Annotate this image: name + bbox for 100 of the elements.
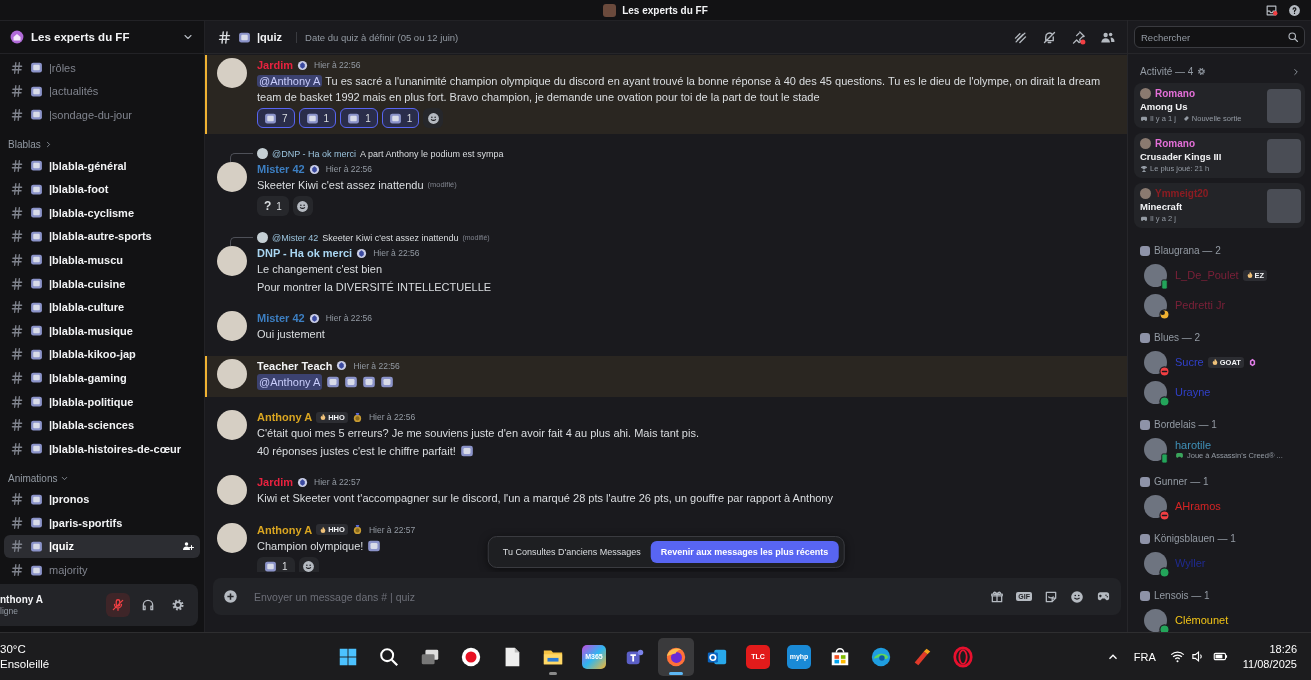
emoji-icon (30, 492, 43, 506)
add-reaction-button[interactable] (423, 108, 444, 128)
mention-link[interactable]: @Anthony A (257, 75, 323, 87)
channel-item[interactable]: |blabla-autre-sports (4, 224, 200, 249)
upload-icon[interactable] (223, 589, 238, 604)
sticker-icon[interactable] (1044, 589, 1058, 604)
member-name: AHramos (1175, 500, 1221, 512)
hash-icon (10, 394, 24, 409)
channel-item[interactable]: |rôles (4, 56, 200, 80)
author-name[interactable]: DNP - Ha ok merci (257, 247, 353, 259)
reaction-button[interactable]: 1 (340, 108, 378, 128)
message-input[interactable]: Envoyer un message dans # | quiz (254, 586, 981, 607)
help-icon[interactable] (1288, 3, 1301, 17)
channel-item[interactable]: |blabla-général (4, 153, 200, 178)
game-cover-placeholder (1267, 188, 1301, 223)
channel-item[interactable]: |blabla-kikoo-jap (4, 342, 200, 367)
clock[interactable]: 18:26 11/08/2025 (1242, 641, 1297, 672)
search-icon (1287, 31, 1299, 43)
tag-icon (1210, 358, 1219, 366)
smiley-icon (426, 111, 440, 125)
channel-item[interactable]: |blabla-politique (4, 389, 200, 414)
microphone-button[interactable] (106, 593, 130, 617)
game-title: Crusader Kings III (1140, 151, 1223, 162)
game-cover-placeholder (1267, 138, 1301, 173)
author-name[interactable]: Jardim (257, 476, 294, 488)
inbox-icon[interactable] (1265, 3, 1278, 17)
hash-icon (10, 60, 24, 75)
mention-link[interactable]: @Anthony A (257, 373, 323, 390)
reaction-button[interactable]: 1 (381, 108, 420, 128)
reaction-button[interactable]: 1 (298, 108, 337, 128)
category-header[interactable]: Animations (4, 460, 74, 488)
avatar (1140, 88, 1151, 99)
channel-item[interactable]: |quiz (4, 534, 200, 559)
username: nthony A (0, 594, 44, 605)
channel-item[interactable]: |blabla-muscu (4, 248, 200, 272)
emoji-icon (30, 229, 43, 243)
controller-icon (1140, 114, 1148, 123)
channel-item[interactable]: |blabla-culture (4, 295, 200, 319)
channel-name: |quiz (257, 31, 283, 43)
settings-icon[interactable] (1197, 67, 1207, 76)
author-name[interactable]: Teacher Teach (257, 359, 333, 372)
reply-author[interactable]: @Mister 42 (272, 232, 319, 243)
add-member-icon[interactable] (182, 540, 194, 553)
channel-item[interactable]: |blabla-cyclisme (4, 200, 200, 225)
channel-item[interactable]: |blabla-sciences (4, 413, 200, 437)
channel-item[interactable]: |sondage-du-jour (4, 103, 200, 127)
emoji-icon (264, 111, 277, 125)
emoji-icon (30, 324, 43, 338)
wifi-icon[interactable] (1169, 649, 1185, 664)
add-reaction-button[interactable] (292, 196, 313, 216)
language-indicator[interactable]: FRA (1133, 650, 1156, 663)
channel-item[interactable]: |blabla-histoires-de-cœur (4, 436, 200, 461)
member-name: Pedretti Jr (1175, 299, 1226, 311)
jump-to-present-button[interactable]: Revenir aux messages les plus récents (650, 541, 839, 563)
add-reaction-button[interactable] (298, 556, 319, 572)
avatar (217, 162, 247, 192)
message-text: Oui justement (257, 327, 325, 342)
author-name[interactable]: Anthony A (257, 411, 313, 423)
emoji-icon (30, 540, 43, 553)
channel-item[interactable]: |blabla-gaming (4, 366, 200, 390)
channel-item[interactable]: |blabla-foot (4, 177, 200, 201)
author-name[interactable]: Anthony A (257, 523, 313, 536)
avatar (217, 522, 247, 553)
author-name[interactable]: Mister 42 (257, 163, 305, 175)
gift-icon[interactable] (990, 589, 1005, 604)
emoji-icon (30, 277, 43, 291)
search-field[interactable]: Rechercher (1134, 26, 1305, 48)
emoji-picker-icon[interactable] (1070, 589, 1084, 604)
hash-icon (10, 347, 24, 362)
hash-icon (10, 539, 24, 554)
channel-item[interactable]: |blabla-cuisine (4, 271, 200, 296)
channel-item[interactable]: |pronos (4, 487, 200, 512)
emoji-icon (362, 374, 377, 389)
pin-icon[interactable] (1071, 29, 1086, 45)
reaction-button[interactable]: 1 (257, 556, 295, 572)
reaction-button[interactable]: 7 (257, 108, 295, 128)
server-header[interactable]: Les experts du FF (0, 20, 204, 54)
author-name[interactable]: Mister 42 (257, 312, 305, 324)
emoji-icon (30, 84, 43, 98)
muted-bell-icon[interactable] (1042, 29, 1057, 45)
hash-icon (10, 300, 24, 315)
category-header[interactable]: Blablas (4, 126, 57, 154)
channel-item[interactable]: majority (4, 558, 200, 580)
reaction-button[interactable]: ? 1 (257, 196, 289, 216)
reply-author[interactable]: @DNP - Ha ok merci (272, 148, 356, 159)
taskbar-button[interactable] (658, 637, 694, 676)
role-icon (308, 312, 320, 324)
hash-icon (10, 276, 24, 291)
activity-user: Romano (1155, 138, 1195, 149)
channel-item[interactable]: |paris-sportifs (4, 511, 200, 535)
rocket-icon (1181, 114, 1190, 123)
member-name: Clémounet (1175, 614, 1229, 626)
message-text: Champion olympique! (257, 538, 364, 554)
message-text: 40 réponses justes c'est le chiffre parfait! (257, 443, 456, 459)
chevron-right-icon[interactable] (1291, 66, 1301, 77)
channel-item[interactable]: |actualités (4, 79, 200, 104)
hash-icon (10, 323, 24, 338)
reply-text: A part Anthony le podium est sympa (360, 148, 504, 159)
server-icon (10, 30, 24, 44)
channel-item[interactable]: |blabla-musique (4, 318, 200, 343)
